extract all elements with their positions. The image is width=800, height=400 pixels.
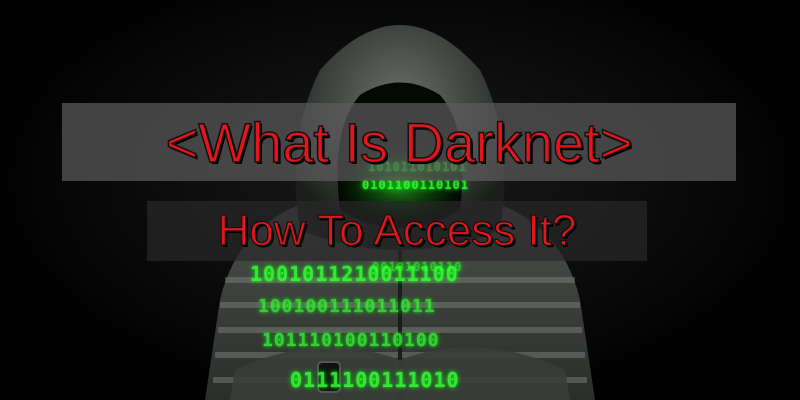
subtitle-text: How To Access It? [217, 205, 577, 255]
binary-code-line: 1001011210011100 [250, 262, 459, 286]
thumbnail-scene: 101011010101 0101100110101 00101010110 1… [0, 0, 800, 400]
binary-code-line: 0111100111010 [290, 368, 460, 392]
title-text: <What Is Darknet> [165, 110, 633, 175]
subtitle-banner: How To Access It? [147, 201, 647, 261]
binary-code-line: 101110100110100 [262, 330, 440, 351]
title-banner: <What Is Darknet> [62, 103, 736, 181]
binary-code-line: 100100111011011 [258, 296, 436, 317]
